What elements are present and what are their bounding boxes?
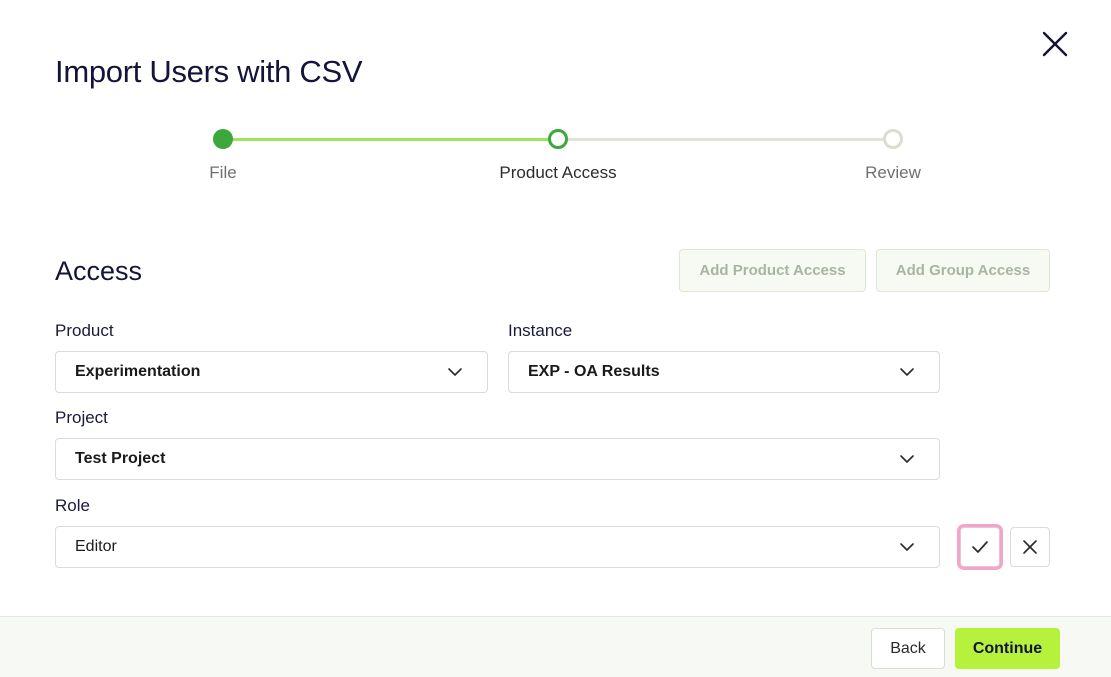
stepper-line-pending <box>567 138 885 141</box>
stepper-line-complete <box>232 138 550 141</box>
check-icon <box>972 541 988 553</box>
close-icon <box>1042 31 1068 57</box>
role-label: Role <box>55 496 90 515</box>
add-product-access-button[interactable]: Add Product Access <box>679 249 866 292</box>
confirm-role-button[interactable] <box>960 527 1000 567</box>
close-dialog-button[interactable] <box>1038 27 1072 61</box>
close-icon <box>1023 540 1037 554</box>
product-select[interactable]: Experimentation <box>55 351 488 393</box>
project-select-value: Test Project <box>75 450 166 467</box>
back-button[interactable]: Back <box>871 628 945 669</box>
chevron-down-icon <box>900 368 914 376</box>
project-label: Project <box>55 408 108 427</box>
continue-button[interactable]: Continue <box>955 628 1060 669</box>
step-file-dot <box>213 129 233 149</box>
step-product-access-label: Product Access <box>499 163 617 182</box>
remove-access-row-button[interactable] <box>1010 527 1050 567</box>
product-label: Product <box>55 321 114 340</box>
instance-select-value: EXP - OA Results <box>528 363 660 380</box>
access-section-title: Access <box>55 256 143 286</box>
role-select-value: Editor <box>75 538 117 555</box>
add-group-access-button[interactable]: Add Group Access <box>876 249 1050 292</box>
dialog-title: Import Users with CSV <box>55 54 363 89</box>
progress-stepper: File Product Access Review <box>0 120 1111 190</box>
step-review-dot <box>883 129 903 149</box>
project-select[interactable]: Test Project <box>55 438 940 480</box>
step-review-label: Review <box>865 163 921 182</box>
instance-label: Instance <box>508 321 573 340</box>
product-select-value: Experimentation <box>75 363 201 380</box>
chevron-down-icon <box>900 455 914 463</box>
dialog-footer: Back Continue <box>0 616 1111 677</box>
step-product-access-dot <box>548 129 568 149</box>
chevron-down-icon <box>448 368 462 376</box>
instance-select[interactable]: EXP - OA Results <box>508 351 940 393</box>
step-file-label: File <box>209 163 237 182</box>
chevron-down-icon <box>900 543 914 551</box>
role-select[interactable]: Editor <box>55 526 940 568</box>
import-users-dialog: Import Users with CSV File Product Acces… <box>0 0 1111 677</box>
